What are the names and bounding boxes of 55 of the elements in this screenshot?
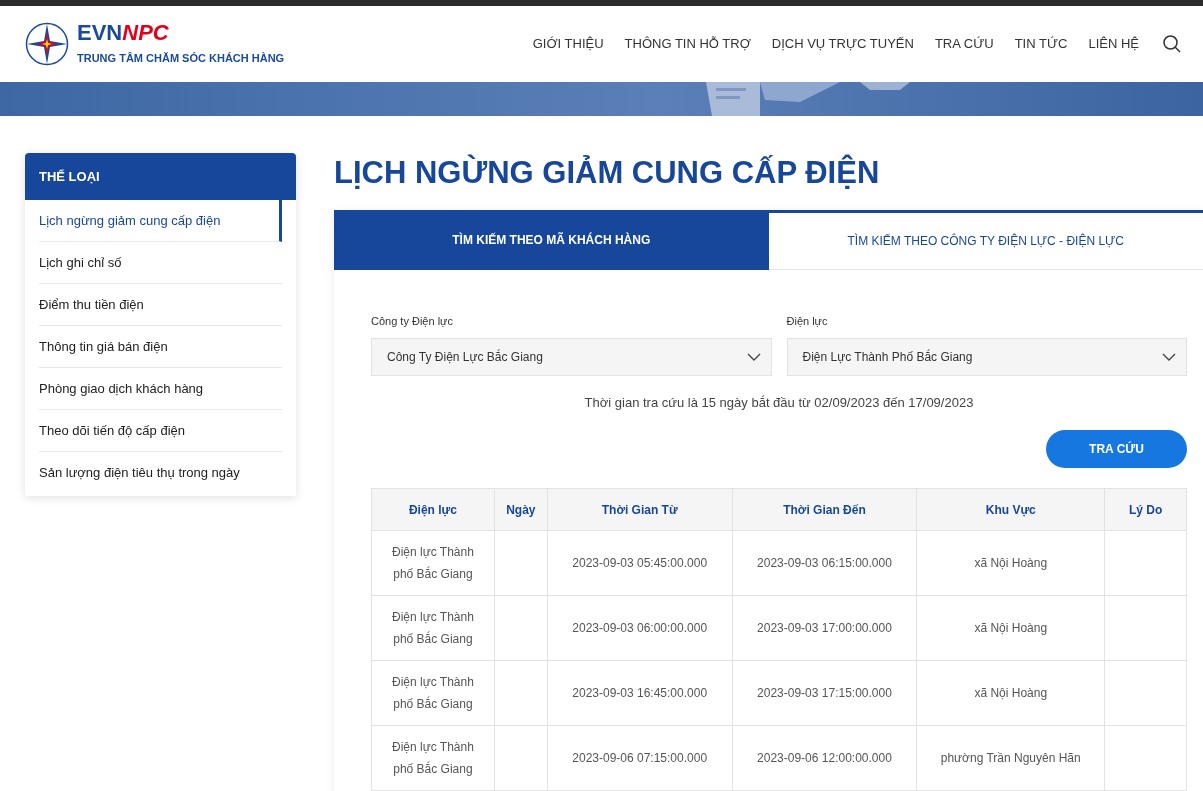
select-field[interactable]: Điện Lực Thành Phố Bắc Giang [786,337,1187,376]
sidebar-item[interactable]: Thông tin giá bán điện [39,326,282,368]
tab[interactable]: TÌM KIẾM THEO MÃ KHÁCH HÀNG [334,210,769,270]
sidebar-item[interactable]: Phòng giao dịch khách hàng [39,368,282,410]
table-cell: 2023-09-03 06:00:00.000 [547,595,733,661]
chevron-down-icon [1162,352,1176,361]
table-cell: 2023-09-06 07:15:00.000 [547,725,733,791]
sidebar-item[interactable]: Theo dõi tiến độ cấp điện [39,410,282,452]
chevron-down-icon [746,352,761,361]
logo-text: EVN [77,21,123,44]
table-cell: xã Nội Hoàng [916,530,1105,596]
table-cell [494,725,548,791]
field-label: Điện lực [786,314,829,329]
table-cell: xã Nội Hoàng [916,660,1105,726]
nav-link[interactable]: TRA CỨU [934,34,994,54]
tagline: TRUNG TÂM CHĂM SÓC KHÁCH HÀNG [77,50,285,66]
table-cell: phường Trần Nguyên Hãn [916,725,1105,791]
table-cell: Điện lực Thành phố Bắc Giang [371,595,495,661]
column-header: Điện lực [371,488,495,531]
table-cell: 2023-09-03 17:00:00.000 [732,595,917,661]
sidebar-item[interactable]: Điểm thu tiền điện [39,284,282,326]
table-cell: 2023-09-03 05:45:00.000 [547,530,733,596]
sidebar-item[interactable]: Sản lượng điện tiêu thụ trong ngày [39,452,282,494]
sidebar-title: THỂ LOẠI [39,167,100,186]
column-header: Khu Vực [916,488,1105,531]
table-cell [494,660,548,726]
nav-link[interactable]: GIỚI THIỆU [532,34,604,54]
search-icon[interactable] [1163,35,1181,53]
table-cell: 2023-09-03 16:45:00.000 [547,660,733,726]
column-header: Thời Gian Đến [732,488,917,531]
column-header: Ngày [494,488,548,531]
column-header: Thời Gian Từ [547,488,733,531]
tab[interactable]: TÌM KIẾM THEO CÔNG TY ĐIỆN LỰC - ĐIỆN LỰC [768,210,1203,270]
column-header: Lý Do [1104,488,1187,531]
search-button[interactable]: TRA CỨU [1046,430,1187,468]
table-cell: 2023-09-06 12:00:00.000 [732,725,917,791]
logo-icon [25,22,69,66]
date-range-note: Thời gian tra cứu là 15 ngày bắt đầu từ 02/09/2023 đến 17/09/2023 [584,393,974,412]
nav-link[interactable]: LIÊN HỆ [1088,34,1139,54]
table-cell: Điện lực Thành phố Bắc Giang [371,725,495,791]
table-cell: 2023-09-03 17:15:00.000 [732,660,917,726]
table-cell: 2023-09-03 06:15:00.000 [732,530,917,596]
sidebar-item[interactable]: Lịch ghi chỉ số [39,242,282,284]
table-cell: xã Nội Hoàng [916,595,1105,661]
select-field[interactable]: Công Ty Điện Lực Bắc Giang [371,337,772,376]
table-cell [494,595,548,661]
table-cell: Điện lực Thành phố Bắc Giang [371,660,495,726]
nav-link[interactable]: TIN TỨC [1014,34,1068,54]
table-cell [494,530,548,596]
logo-text-accent: NPC [122,21,169,44]
field-label: Công ty Điện lực [371,314,454,329]
table-cell: Điện lực Thành phố Bắc Giang [371,530,495,596]
nav-link[interactable]: DỊCH VỤ TRỰC TUYẾN [771,34,914,54]
nav-link[interactable]: THÔNG TIN HỖ TRỢ [624,34,751,54]
sidebar-item[interactable]: Lịch ngừng giảm cung cấp điện [39,200,282,242]
